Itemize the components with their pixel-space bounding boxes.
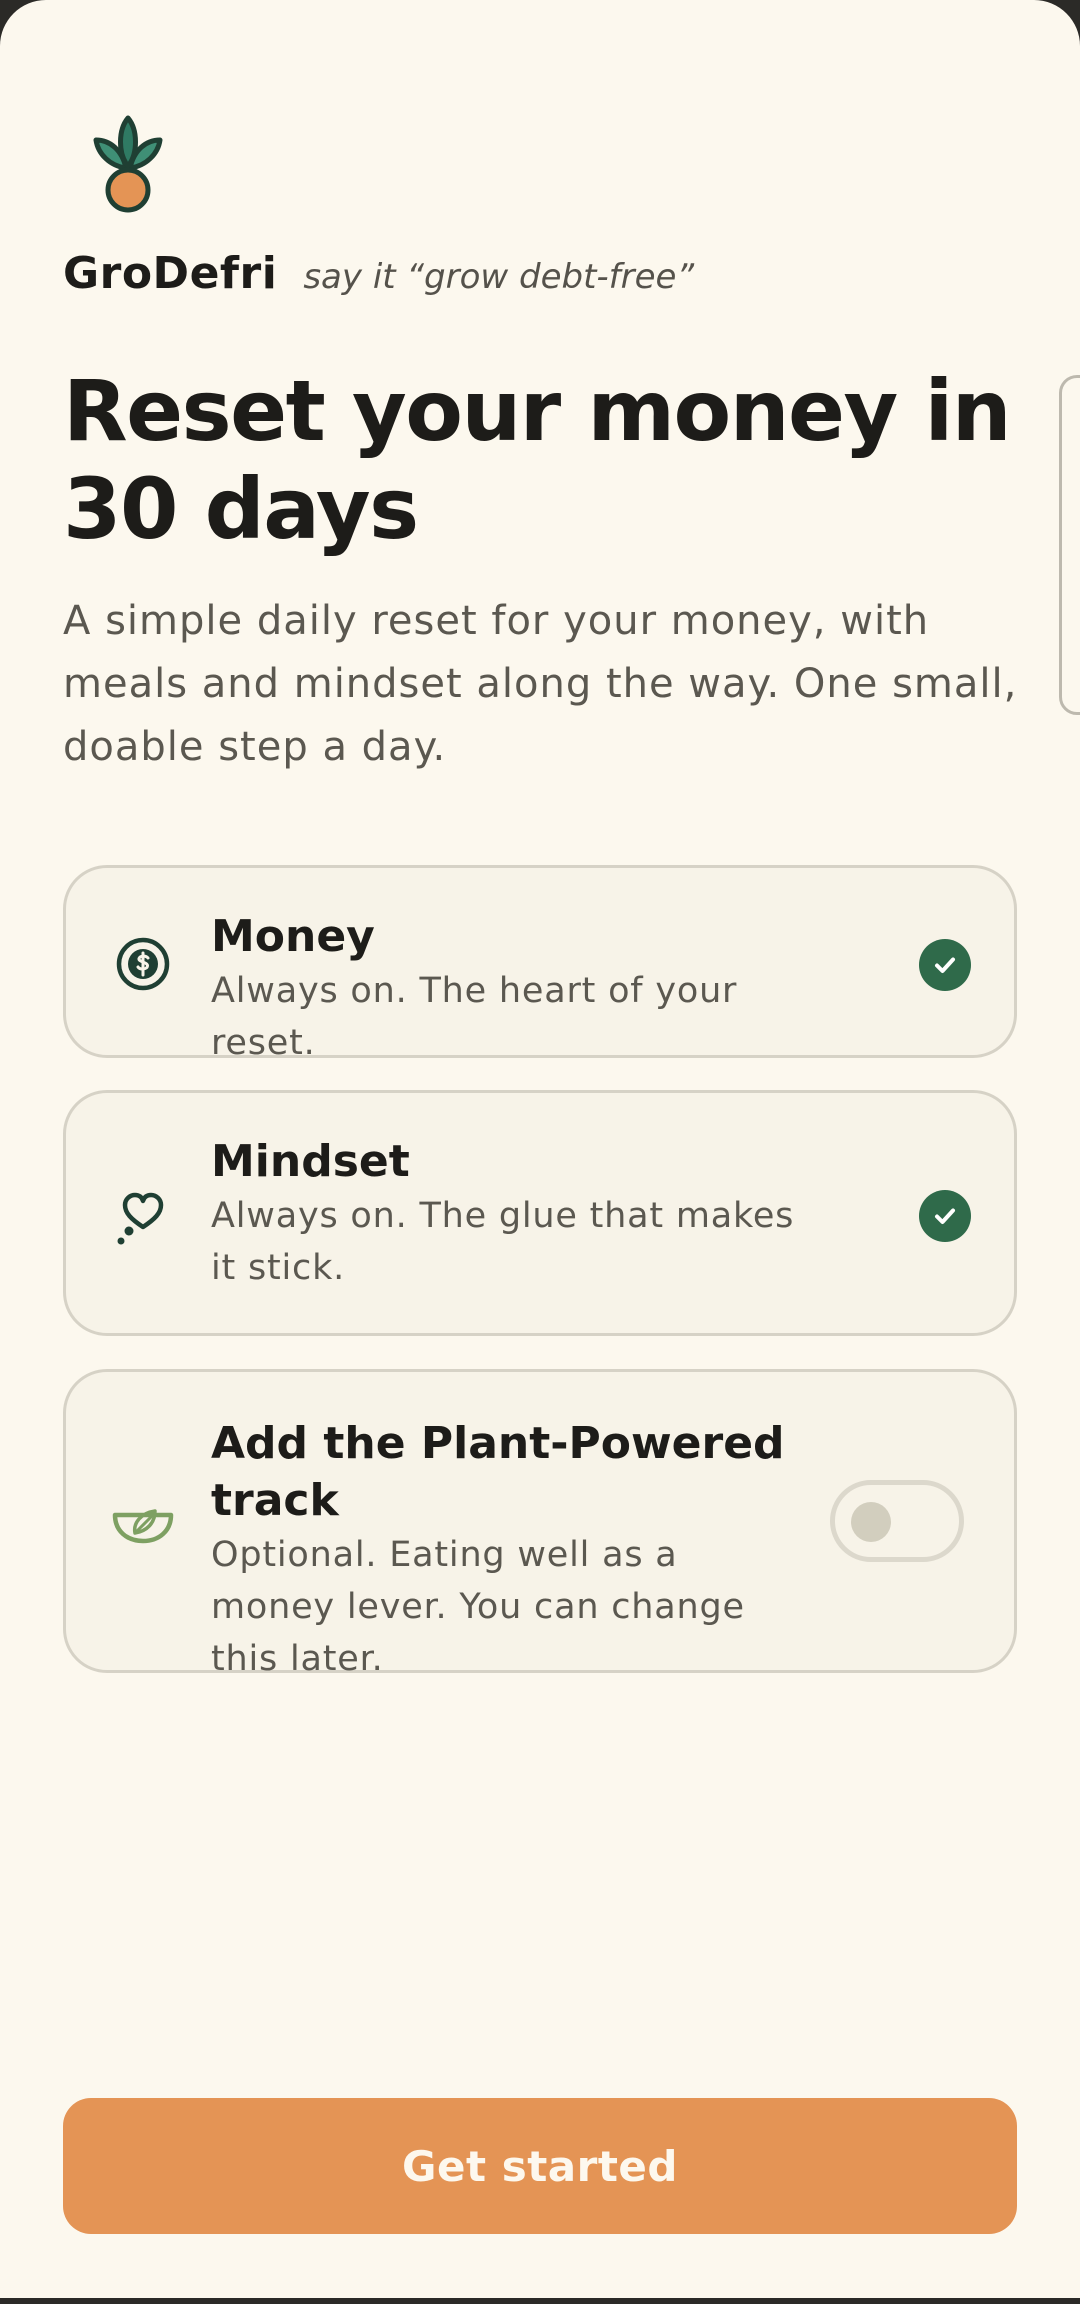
check-icon bbox=[919, 1190, 971, 1242]
option-card-money: Money Always on. The heart of your reset… bbox=[63, 865, 1017, 1063]
page-title: Reset your money in 30 days bbox=[63, 362, 1012, 558]
get-started-button[interactable]: Get started bbox=[63, 2098, 1017, 2234]
option-text-mindset: Mindset Always on. The glue that makes i… bbox=[211, 1133, 831, 1294]
onboarding-screen: GroDefri say it “grow debt-free” Reset y… bbox=[0, 0, 1080, 2298]
option-desc-mindset: Always on. The glue that makes it stick. bbox=[211, 1196, 795, 1288]
option-title-money: Money bbox=[211, 911, 375, 962]
option-desc-money: Always on. The heart of your reset. bbox=[211, 971, 738, 1063]
option-text-plant: Add the Plant-Powered track Optional. Ea… bbox=[211, 1415, 811, 1685]
check-icon bbox=[919, 939, 971, 991]
brand-tagline: say it “grow debt-free” bbox=[303, 257, 695, 297]
plant-track-toggle[interactable] bbox=[830, 1480, 964, 1562]
toggle-knob bbox=[851, 1502, 891, 1542]
option-desc-plant: Optional. Eating well as a money lever. … bbox=[211, 1535, 745, 1679]
brand-row: GroDefri say it “grow debt-free” bbox=[63, 248, 694, 299]
brand-name: GroDefri bbox=[63, 248, 278, 299]
option-card-plant-powered[interactable]: Add the Plant-Powered track Optional. Ea… bbox=[63, 1369, 1017, 1679]
dollar-coin-icon bbox=[108, 929, 178, 999]
sprout-seed-icon bbox=[88, 110, 168, 220]
option-text-money: Money Always on. The heart of your reset… bbox=[211, 908, 831, 1069]
page-subtitle: A simple daily reset for your money, wit… bbox=[63, 598, 1018, 770]
option-title-plant: Add the Plant-Powered track bbox=[211, 1418, 785, 1526]
option-title-mindset: Mindset bbox=[211, 1136, 410, 1187]
option-card-mindset: Mindset Always on. The glue that makes i… bbox=[63, 1090, 1017, 1336]
heart-thought-icon bbox=[108, 1180, 178, 1250]
leaf-bowl-icon bbox=[108, 1487, 178, 1557]
offscreen-panel-edge bbox=[1059, 375, 1080, 715]
